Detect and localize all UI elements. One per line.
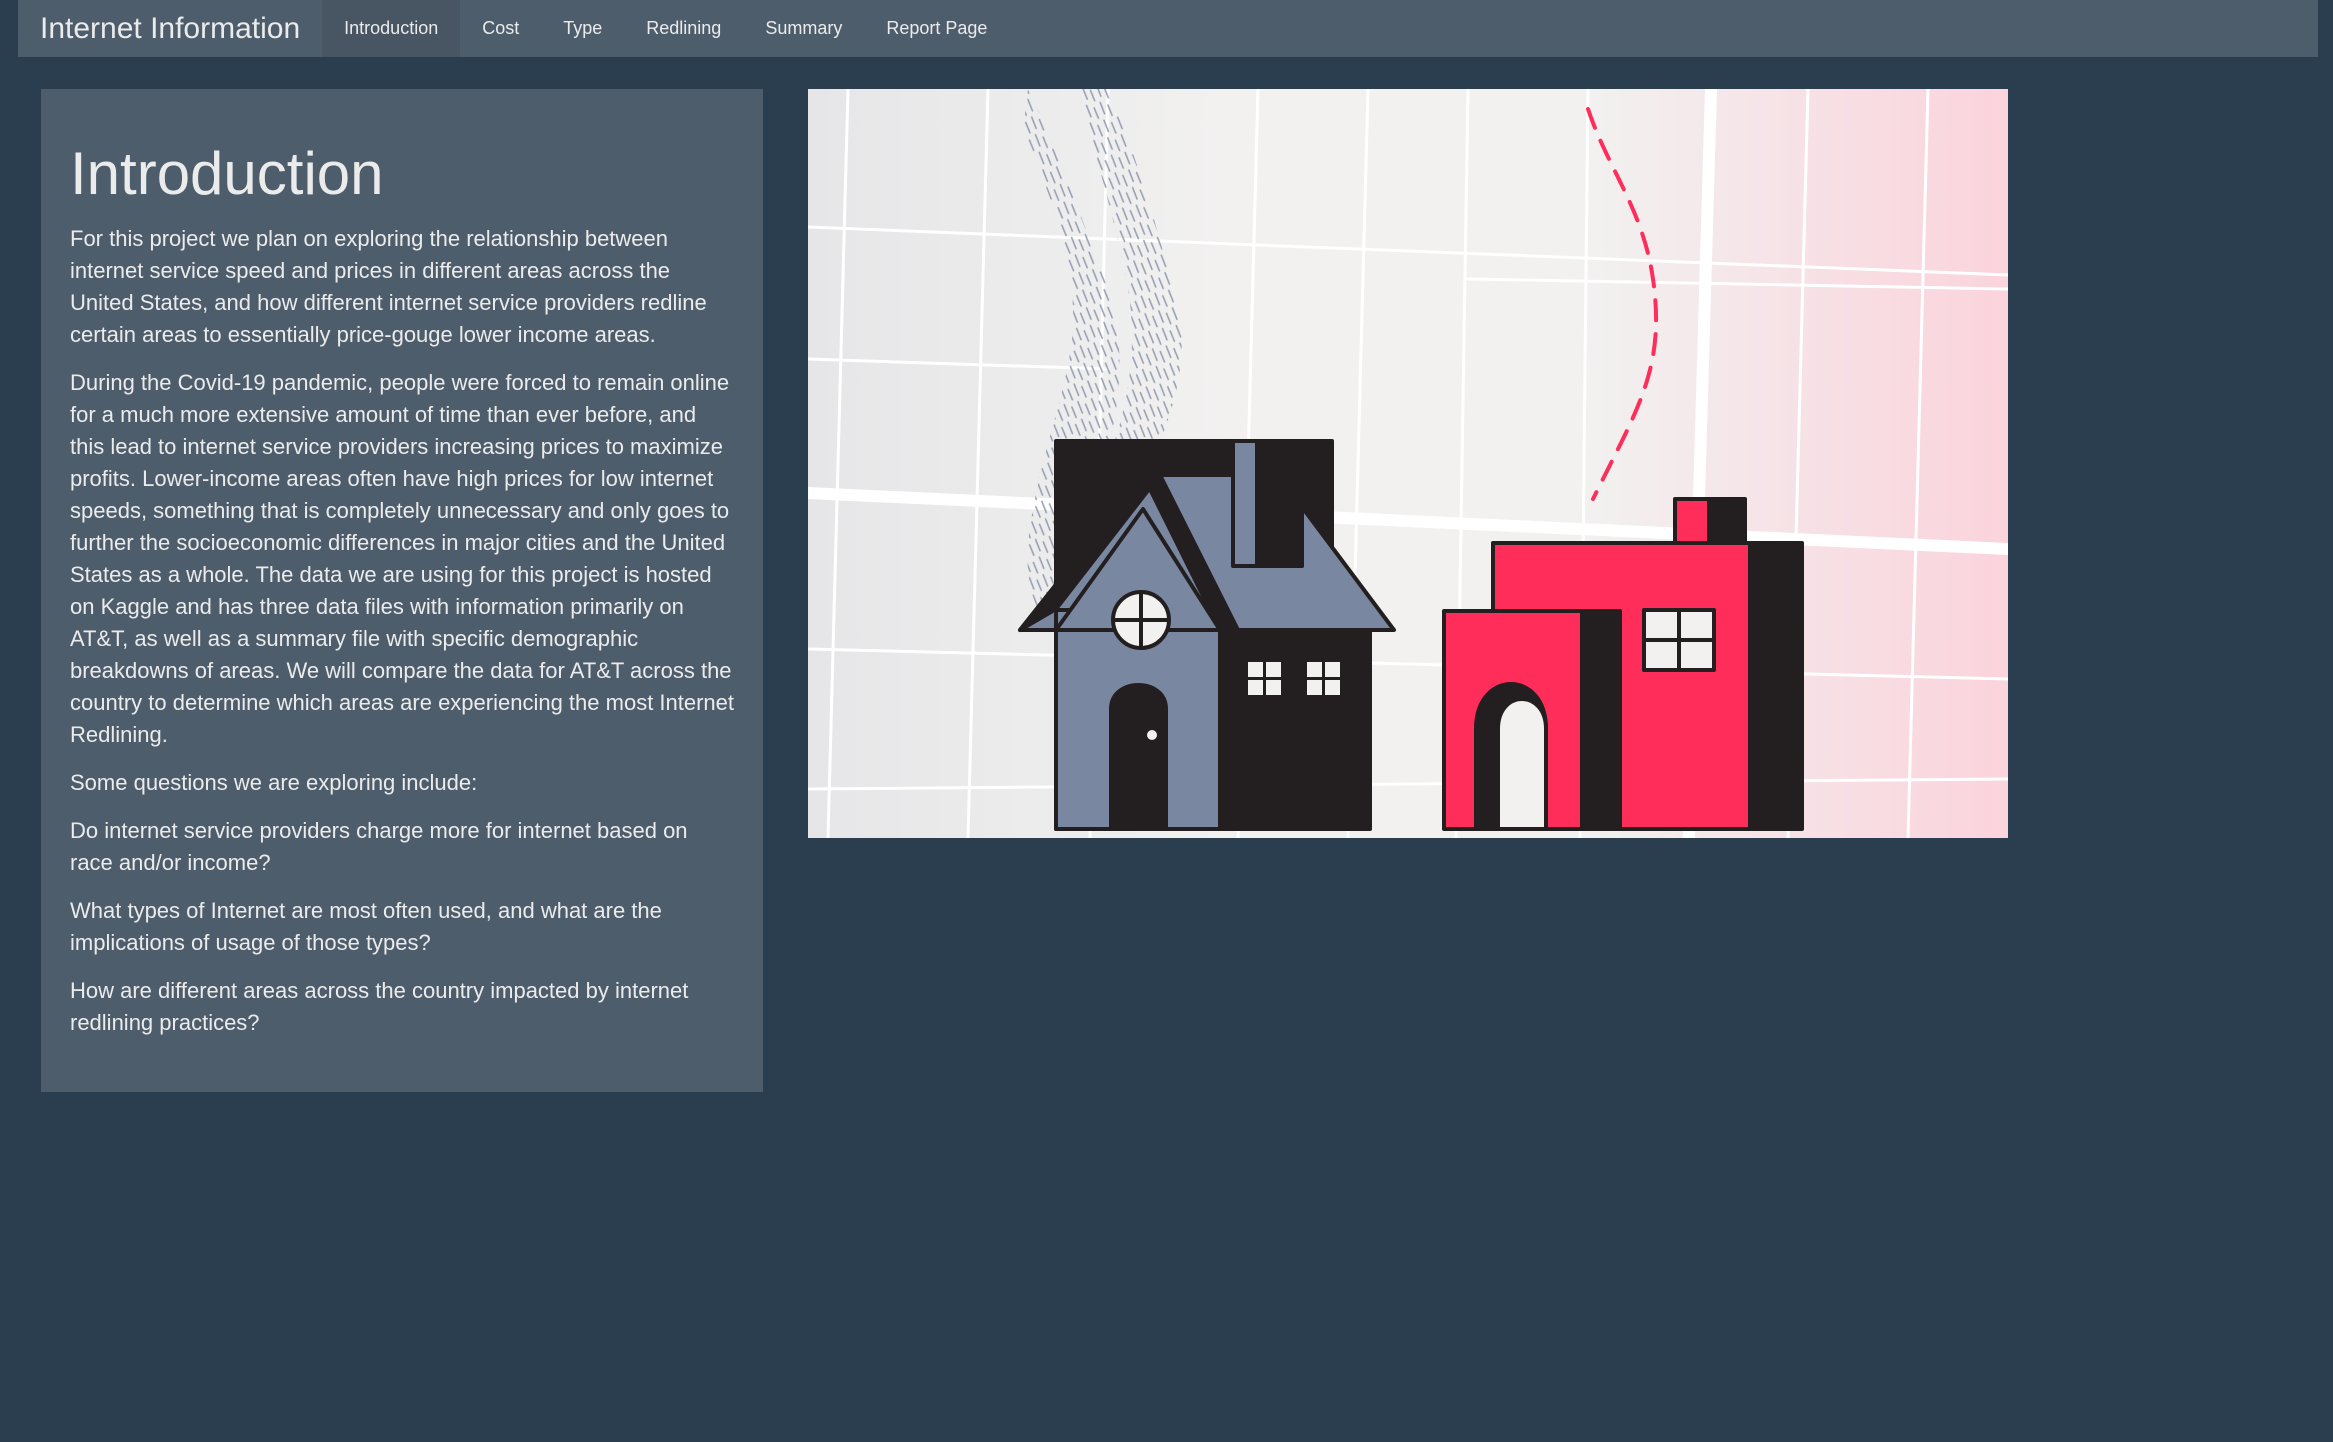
nav-item-redlining[interactable]: Redlining (624, 0, 743, 57)
nav-item-type[interactable]: Type (541, 0, 624, 57)
navbar-brand[interactable]: Internet Information (18, 0, 322, 57)
intro-paragraph-questions-lead: Some questions we are exploring include: (70, 770, 478, 795)
intro-question-race-income: Do internet service providers charge mor… (70, 818, 688, 875)
introduction-panel: Introduction For this project we plan on… (41, 89, 763, 1092)
nav-item-report-page[interactable]: Report Page (864, 0, 1009, 57)
redlining-houses-illustration (808, 89, 2008, 838)
nav-item-cost[interactable]: Cost (460, 0, 541, 57)
top-navbar: Internet Information Introduction Cost T… (18, 0, 2318, 57)
nav-item-summary[interactable]: Summary (743, 0, 864, 57)
nav-menu: Introduction Cost Type Redlining Summary… (322, 0, 1009, 57)
intro-paragraph-covid: During the Covid-19 pandemic, people wer… (70, 370, 735, 747)
intro-paragraph-project: For this project we plan on exploring th… (70, 226, 707, 347)
introduction-heading: Introduction (70, 140, 384, 207)
intro-question-internet-types: What types of Internet are most often us… (70, 898, 662, 955)
nav-item-introduction[interactable]: Introduction (322, 0, 461, 57)
red-house (1442, 497, 1804, 831)
intro-question-areas-impacted: How are different areas across the count… (70, 978, 689, 1035)
